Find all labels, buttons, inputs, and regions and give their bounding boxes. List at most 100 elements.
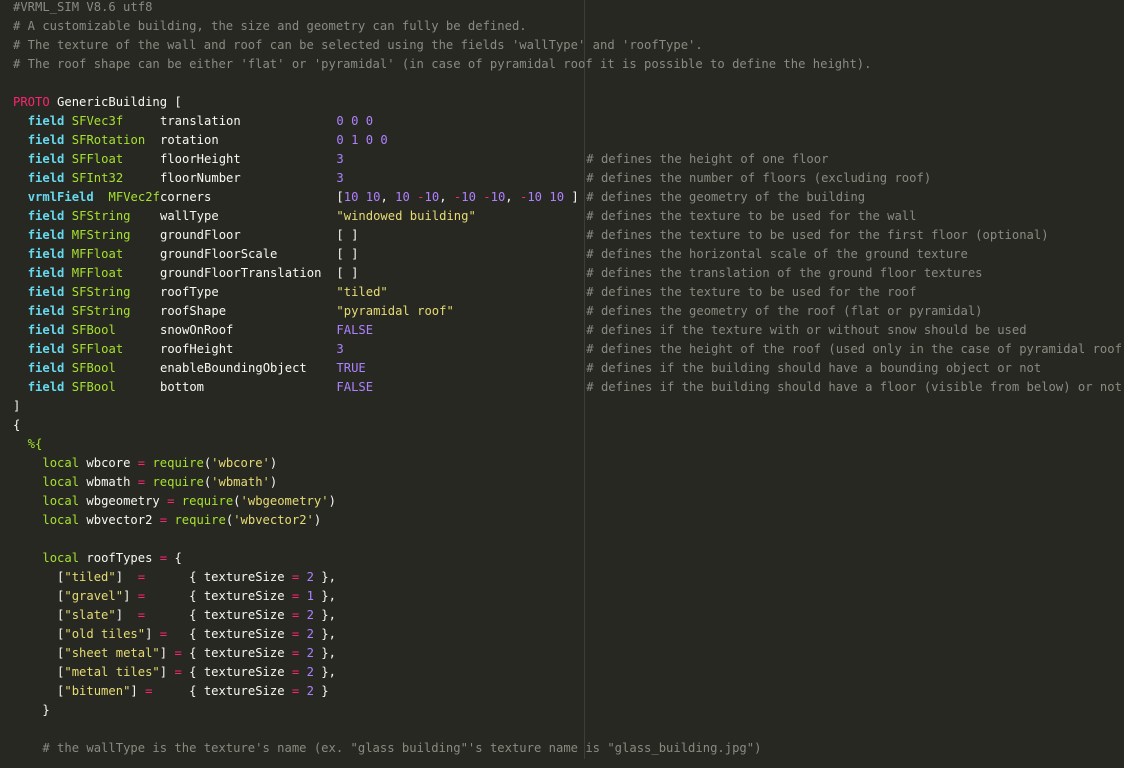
brace: { bbox=[189, 608, 204, 622]
field-value: "tiled" bbox=[336, 285, 388, 299]
field-keyword: field bbox=[27, 133, 65, 147]
comment-line: # The texture of the wall and roof can b… bbox=[13, 36, 703, 55]
number-token: 10 bbox=[424, 190, 440, 204]
field-comment: # defines the texture to be used for the… bbox=[586, 228, 1049, 242]
field-line: field SFString wallType "windowed building"… bbox=[13, 207, 1123, 226]
minus-sign: - bbox=[417, 190, 425, 204]
field-line: field SFFloat floorHeight 3 # defines the he… bbox=[13, 150, 1123, 169]
template-delimiter: %{ bbox=[13, 437, 43, 451]
variable-name: wbvector2 bbox=[86, 513, 153, 527]
field-name: roofHeight bbox=[160, 342, 234, 356]
texture-size-value: 2 bbox=[306, 608, 314, 622]
minus-sign: - bbox=[483, 190, 491, 204]
texture-size-key: textureSize bbox=[203, 589, 285, 603]
require-line: local wbcore = require('wbcore') bbox=[13, 454, 277, 473]
field-value: [ ] bbox=[336, 266, 359, 280]
field-keyword: field bbox=[27, 209, 65, 223]
field-comment: # defines the geometry of the roof (flat… bbox=[586, 304, 983, 318]
field-type: SFFloat bbox=[71, 152, 124, 166]
texture-size-value: 2 bbox=[306, 627, 314, 641]
punctuation bbox=[358, 190, 365, 204]
field-value: "pyramidal roof" bbox=[336, 304, 454, 318]
field-value: FALSE bbox=[336, 380, 374, 394]
field-name: translation bbox=[160, 114, 241, 128]
comment-line: # A customizable building, the size and … bbox=[13, 17, 527, 36]
punctuation: , bbox=[380, 190, 396, 204]
field-type: MFFloat bbox=[71, 247, 124, 261]
roof-type-key: "gravel" bbox=[64, 589, 124, 603]
body-open: { bbox=[13, 416, 20, 435]
field-type: SFBool bbox=[71, 380, 116, 394]
texture-size-key: textureSize bbox=[203, 627, 285, 641]
field-value: "windowed building" bbox=[336, 209, 476, 223]
header-comment: # A customizable building, the size and … bbox=[13, 19, 527, 33]
field-line: field SFInt32 floorNumber 3 # defines the nu… bbox=[13, 169, 1123, 188]
field-line: field MFString groundFloor [ ] # defines the… bbox=[13, 226, 1123, 245]
field-comment: # defines the texture to be used for the… bbox=[586, 285, 917, 299]
number-token: 10 bbox=[490, 190, 506, 204]
field-keyword: field bbox=[27, 266, 65, 280]
field-line: field SFVec3f translation 0 0 0 bbox=[13, 112, 1123, 131]
local-keyword: local bbox=[42, 475, 80, 489]
field-keyword: field bbox=[27, 247, 65, 261]
field-type: MFString bbox=[71, 228, 131, 242]
roof-type-key: "sheet metal" bbox=[64, 646, 160, 660]
variable-name: roofTypes bbox=[86, 551, 153, 565]
field-keyword: field bbox=[27, 361, 65, 375]
paren: ( bbox=[233, 494, 241, 508]
roof-type-entry: ["gravel"] = { textureSize = 1 }, bbox=[13, 587, 336, 606]
bracket: [ bbox=[13, 570, 65, 584]
texture-size-key: textureSize bbox=[203, 608, 285, 622]
texture-size-key: textureSize bbox=[203, 570, 285, 584]
bracket: ] bbox=[115, 608, 124, 622]
number-token: 10 bbox=[395, 190, 410, 204]
field-keyword: field bbox=[27, 152, 65, 166]
field-value: [ ] bbox=[336, 228, 359, 242]
brace: } bbox=[313, 684, 329, 698]
field-comment: # defines the height of the roof (used o… bbox=[586, 342, 1124, 356]
field-comment: # defines if the building should have a … bbox=[586, 361, 1042, 375]
texture-size-key: textureSize bbox=[203, 684, 285, 698]
field-line: field SFBool snowOnRoof FALSE # defines if t… bbox=[13, 321, 1123, 340]
field-name: roofShape bbox=[160, 304, 227, 318]
field-keyword: field bbox=[27, 342, 65, 356]
field-name: enableBoundingObject bbox=[160, 361, 307, 375]
field-value: 0 1 0 0 bbox=[336, 133, 388, 147]
field-keyword: field bbox=[27, 114, 65, 128]
proto-keyword: PROTO bbox=[13, 95, 50, 109]
code-editor[interactable]: #VRML_SIM V8.6 utf8 # A customizable buil… bbox=[0, 0, 1124, 768]
roof-type-key: "tiled" bbox=[64, 570, 116, 584]
field-name: snowOnRoof bbox=[160, 323, 234, 337]
texture-size-key: textureSize bbox=[203, 646, 285, 660]
brace: }, bbox=[313, 646, 336, 660]
texture-size-key: textureSize bbox=[203, 665, 285, 679]
require-call: require bbox=[181, 494, 234, 508]
field-keyword: field bbox=[27, 228, 65, 242]
field-comment: # defines the texture to be used for the… bbox=[586, 209, 917, 223]
roof-type-entry: ["tiled"] = { textureSize = 2 }, bbox=[13, 568, 336, 587]
proto-declaration: PROTO GenericBuilding [ bbox=[13, 93, 182, 112]
proto-name: GenericBuilding [ bbox=[57, 95, 182, 109]
roof-type-key: "metal tiles" bbox=[64, 665, 160, 679]
bracket: [ bbox=[13, 684, 65, 698]
bracket: [ bbox=[13, 646, 65, 660]
